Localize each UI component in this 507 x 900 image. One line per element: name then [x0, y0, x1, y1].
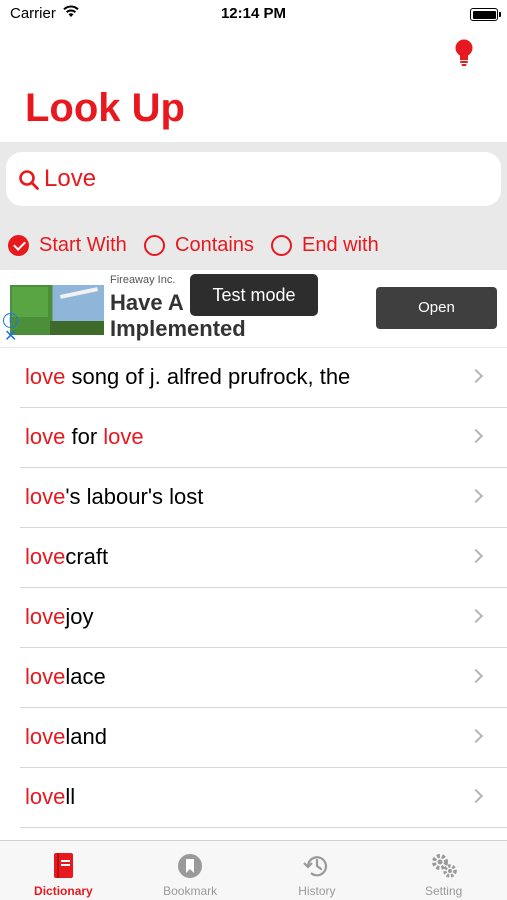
gears-icon: [431, 854, 457, 878]
result-text: lovell: [25, 784, 75, 810]
match-highlight: love: [25, 484, 66, 509]
results-list: love song of j. alfred prufrock, the lov…: [20, 348, 507, 828]
match-highlight: love: [103, 424, 144, 449]
battery-icon: [470, 8, 501, 21]
chevron-right-icon: [468, 728, 484, 744]
chevron-right-icon: [468, 788, 484, 804]
result-text: love's labour's lost: [25, 484, 203, 510]
search-input[interactable]: [44, 162, 474, 196]
result-remainder: lace: [65, 664, 106, 689]
match-highlight: love: [25, 424, 66, 449]
search-box[interactable]: [6, 152, 501, 206]
result-remainder: joy: [65, 604, 94, 629]
lightbulb-icon[interactable]: [452, 38, 476, 68]
result-remainder: land: [65, 724, 107, 749]
radio-unchecked-icon: [271, 234, 292, 256]
book-icon: [54, 853, 74, 878]
result-remainder: craft: [65, 544, 109, 569]
result-remainder: 's labour's lost: [65, 484, 204, 509]
search-icon: [19, 170, 39, 190]
bookmark-icon: [178, 854, 203, 878]
clock: 12:14 PM: [220, 5, 287, 22]
list-item[interactable]: lovejoy: [20, 588, 507, 648]
match-highlight: love: [25, 664, 66, 689]
list-item[interactable]: loveland: [20, 708, 507, 768]
result-remainder: song of j. alfred prufrock, the: [65, 364, 351, 389]
tab-label: Bookmark: [163, 884, 218, 898]
history-icon: [303, 856, 327, 877]
tab-history[interactable]: History: [254, 841, 381, 900]
tab-label: Dictionary: [34, 884, 93, 898]
list-item[interactable]: lovell: [20, 768, 507, 828]
result-text: love song of j. alfred prufrock, the: [25, 364, 350, 390]
tab-label: History: [298, 884, 336, 898]
tab-bar: Dictionary Bookmark History Setting: [0, 840, 507, 900]
match-highlight: love: [25, 724, 66, 749]
test-mode-badge: Test mode: [190, 274, 318, 316]
chevron-right-icon: [468, 428, 484, 444]
result-text: loveland: [25, 724, 107, 750]
chevron-right-icon: [468, 488, 484, 504]
result-remainder: ll: [65, 784, 76, 809]
result-text: lovecraft: [25, 544, 108, 570]
result-remainder: for: [65, 424, 104, 449]
ad-banner[interactable]: i ✕ Fireaway Inc. Have A Implemented Ope…: [0, 270, 507, 348]
status-bar: Carrier 12:14 PM: [0, 0, 507, 30]
list-item[interactable]: lovelace: [20, 648, 507, 708]
radio-checked-icon: [8, 234, 29, 256]
tab-setting[interactable]: Setting: [380, 841, 507, 900]
result-text: lovejoy: [25, 604, 93, 630]
match-highlight: love: [25, 364, 66, 389]
search-panel: Start With Contains End with: [0, 142, 507, 270]
option-label: End with: [302, 233, 379, 256]
option-label: Contains: [175, 233, 254, 256]
list-item[interactable]: love song of j. alfred prufrock, the: [20, 348, 507, 408]
list-item[interactable]: lovecraft: [20, 528, 507, 588]
tab-dictionary[interactable]: Dictionary: [0, 841, 127, 900]
result-text: lovelace: [25, 664, 106, 690]
result-text: love for love: [25, 424, 144, 450]
ad-advertiser: Fireaway Inc.: [110, 274, 176, 286]
match-mode-options: Start With Contains End with: [0, 232, 507, 258]
ad-close-icon[interactable]: ✕: [4, 328, 17, 346]
chevron-right-icon: [468, 668, 484, 684]
ad-info-icon[interactable]: i: [3, 313, 18, 328]
match-highlight: love: [25, 604, 66, 629]
ad-headline-line2: Implemented: [110, 316, 246, 341]
match-highlight: love: [25, 544, 66, 569]
ad-image[interactable]: [10, 285, 104, 335]
option-label: Start With: [39, 233, 127, 256]
option-start-with[interactable]: Start With: [8, 232, 127, 258]
chevron-right-icon: [468, 548, 484, 564]
option-contains[interactable]: Contains: [144, 232, 254, 258]
option-end-with[interactable]: End with: [271, 232, 379, 258]
list-item[interactable]: love's labour's lost: [20, 468, 507, 528]
list-item[interactable]: love for love: [20, 408, 507, 468]
tab-bookmark[interactable]: Bookmark: [127, 841, 254, 900]
tab-label: Setting: [424, 884, 463, 898]
chevron-right-icon: [468, 368, 484, 384]
radio-unchecked-icon: [144, 234, 165, 256]
match-highlight: love: [25, 784, 66, 809]
ad-open-button[interactable]: Open: [376, 287, 497, 329]
chevron-right-icon: [468, 608, 484, 624]
page-title: Look Up: [25, 86, 185, 130]
